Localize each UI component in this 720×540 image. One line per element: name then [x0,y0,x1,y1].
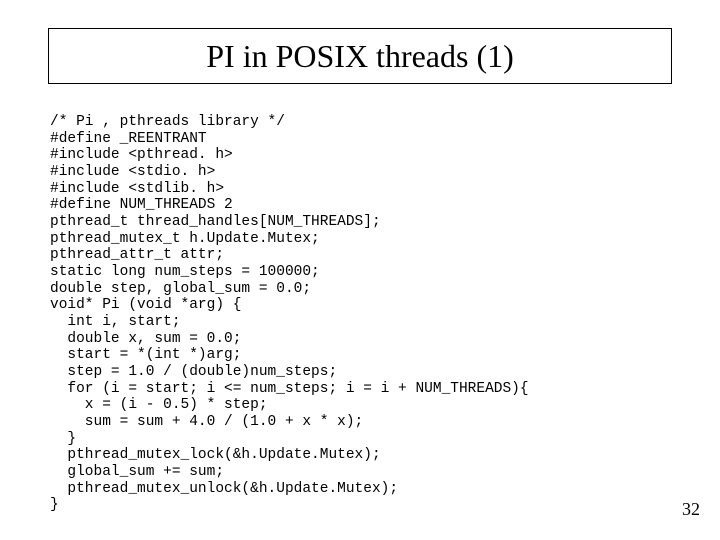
page-number: 32 [682,499,700,520]
slide-title: PI in POSIX threads (1) [206,38,514,75]
slide: PI in POSIX threads (1) /* Pi , pthreads… [0,0,720,540]
title-box: PI in POSIX threads (1) [48,28,672,84]
code-block: /* Pi , pthreads library */ #define _REE… [50,114,670,514]
